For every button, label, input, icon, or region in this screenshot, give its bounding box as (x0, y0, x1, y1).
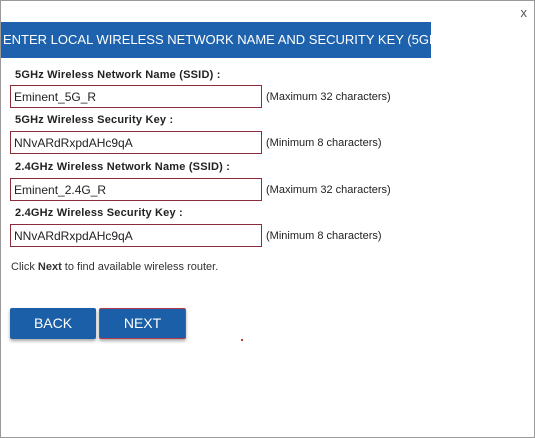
key-5ghz-hint: (Minimum 8 characters) (266, 137, 382, 149)
close-icon[interactable]: x (521, 6, 528, 20)
ssid-24ghz-hint: (Maximum 32 characters) (266, 184, 391, 196)
key-5ghz-input[interactable] (10, 131, 262, 154)
decorative-dot (241, 339, 243, 341)
instruction-suffix: to find available wireless router. (61, 261, 219, 273)
page-title-banner: ENTER LOCAL WIRELESS NETWORK NAME AND SE… (1, 22, 431, 58)
key-5ghz-label: 5GHz Wireless Security Key : (15, 114, 174, 126)
key-24ghz-input[interactable] (10, 224, 262, 247)
back-button[interactable]: BACK (10, 308, 96, 339)
page-title: ENTER LOCAL WIRELESS NETWORK NAME AND SE… (3, 32, 431, 47)
ssid-24ghz-label: 2.4GHz Wireless Network Name (SSID) : (15, 161, 231, 173)
ssid-5ghz-hint: (Maximum 32 characters) (266, 91, 391, 103)
ssid-24ghz-input[interactable] (10, 178, 262, 201)
next-button[interactable]: NEXT (99, 308, 186, 339)
ssid-5ghz-label: 5GHz Wireless Network Name (SSID) : (15, 69, 221, 81)
instruction-text: Click Next to find available wireless ro… (11, 261, 218, 273)
dialog-window: x ENTER LOCAL WIRELESS NETWORK NAME AND … (0, 0, 535, 438)
key-24ghz-label: 2.4GHz Wireless Security Key : (15, 207, 183, 219)
key-24ghz-hint: (Minimum 8 characters) (266, 230, 382, 242)
instruction-emphasis: Next (37, 261, 62, 273)
instruction-prefix: Click (11, 261, 38, 273)
ssid-5ghz-input[interactable] (10, 85, 262, 108)
